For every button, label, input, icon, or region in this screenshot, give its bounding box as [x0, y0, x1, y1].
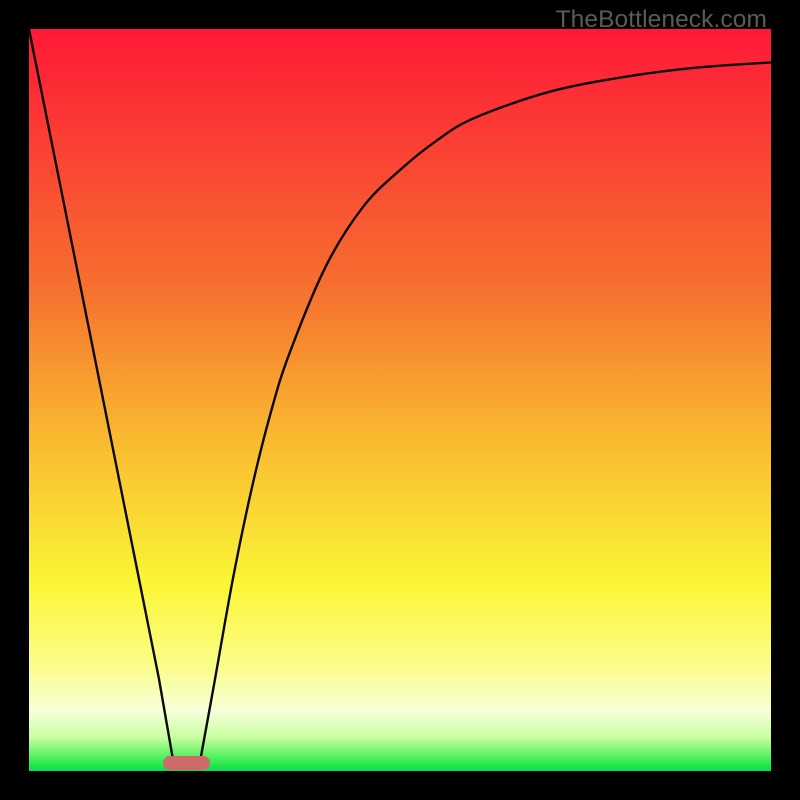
bottleneck-marker — [163, 756, 210, 769]
chart-frame: TheBottleneck.com — [0, 0, 800, 800]
watermark-text: TheBottleneck.com — [556, 6, 767, 34]
chart-background-gradient — [29, 29, 771, 771]
chart-plot — [29, 29, 771, 771]
